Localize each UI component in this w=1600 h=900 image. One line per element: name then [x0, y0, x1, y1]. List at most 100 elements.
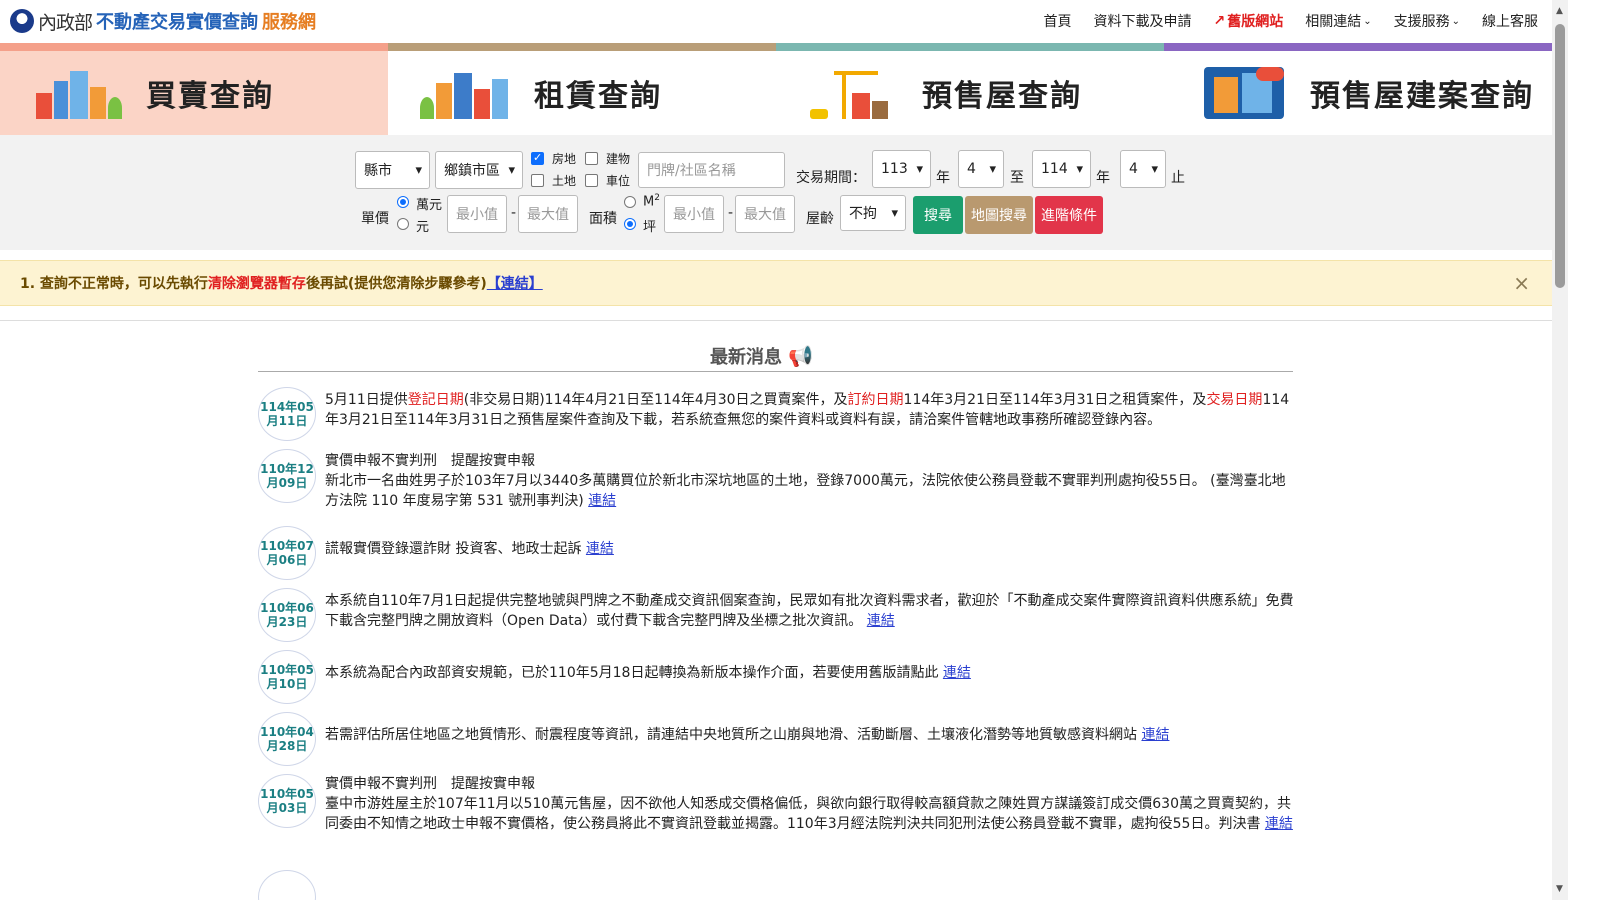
news-link[interactable]: 連結 [586, 541, 614, 557]
year-unit-label: 年 [1096, 170, 1110, 186]
price-max-input[interactable]: 最大值 [518, 195, 578, 233]
news-text: 謊報實價登錄還詐財 投資客、地政士起訴 連結 [325, 541, 614, 557]
building-checkbox[interactable] [585, 152, 598, 165]
unit-price-label: 單價 [361, 211, 389, 227]
construction-crane-icon [804, 65, 914, 121]
scroll-up-icon[interactable]: ▲ [1556, 6, 1563, 16]
brand-main: 不動產交易實價查詢 [96, 12, 259, 33]
nav-home[interactable]: 首頁 [1043, 11, 1071, 31]
nav-support[interactable]: 支援服務 ⌄ [1394, 11, 1460, 31]
nav-links[interactable]: 相關連結 ⌄ [1305, 11, 1371, 31]
area-range-dash: - [728, 205, 734, 221]
land-building-checkbox[interactable] [531, 151, 544, 165]
address-input[interactable]: 門牌/社區名稱 [638, 152, 785, 188]
area-min-input[interactable]: 最小值 [664, 195, 724, 233]
news-link[interactable]: 連結 [1141, 727, 1169, 743]
alert-prefix: 1. 查詢不正常時，可以先執行 [20, 276, 208, 292]
news-link[interactable]: 連結 [867, 613, 895, 629]
search-filters: 縣市 鄉鎮市區 房地 建物 土地 車位 門牌/社區名稱 交易期間： 113 年 … [0, 135, 1552, 250]
land-label: 土地 [552, 174, 577, 188]
month-from-select[interactable]: 4 [958, 150, 1004, 188]
page-scrollbar[interactable]: ▲ ▼ [1552, 0, 1568, 900]
scroll-down-icon[interactable]: ▼ [1556, 884, 1563, 894]
area-max-input[interactable]: 最大值 [735, 195, 795, 233]
period-label: 交易期間： [796, 170, 866, 186]
news-link[interactable]: 連結 [1265, 816, 1293, 832]
parking-label: 車位 [606, 174, 631, 188]
tab-rent-label: 租賃查詢 [534, 79, 662, 114]
top-bar: 內政部 不動產交易實價查詢 服務網 首頁 資料下載及申請 ↗ 舊版網站 相關連結… [0, 0, 1552, 42]
county-select[interactable]: 縣市 [355, 151, 430, 189]
news-text: 若需評估所居住地區之地質情形、耐震程度等資訊，請連結中央地質所之山崩與地滑、活動… [325, 727, 1170, 743]
news-date-badge: 110年04 月28日 [258, 712, 316, 766]
brand-ministry: 內政部 [38, 11, 93, 34]
tab-rent[interactable]: 租賃查詢 [388, 43, 776, 135]
news-text: 實價申報不實判刑 提醒按實申報 臺中市游姓屋主於107年11月以510萬元售屋，… [325, 776, 1293, 832]
nav-online-service[interactable]: 線上客服 [1482, 11, 1538, 31]
building-label: 建物 [606, 152, 631, 166]
nav-download[interactable]: 資料下載及申請 [1093, 11, 1191, 31]
year-to-select[interactable]: 114 [1032, 150, 1091, 188]
area-ping-label: 坪 [643, 220, 657, 235]
news-link[interactable]: 連結 [943, 665, 971, 681]
land-checkbox[interactable] [531, 174, 544, 187]
age-label: 屋齡 [806, 211, 834, 227]
age-select[interactable]: 不拘 [840, 195, 906, 231]
news-title-underline [258, 371, 1293, 372]
brand-suffix: 服務網 [262, 12, 317, 33]
year-unit-label: 年 [936, 170, 950, 186]
news-date-badge: 114年05 月11日 [258, 387, 316, 441]
end-label: 止 [1171, 170, 1185, 186]
area-ping-radio[interactable] [624, 218, 636, 230]
chevron-down-icon: ⌄ [1363, 15, 1372, 27]
price-range-dash: - [511, 205, 517, 221]
parking-checkbox[interactable] [585, 174, 598, 187]
alert-link[interactable]: 【連結】 [487, 273, 543, 293]
unit-wan-radio[interactable] [397, 196, 409, 208]
news-text: 本系統為配合內政部資安規範，已於110年5月18日起轉換為新版本操作介面，若要使… [325, 665, 971, 681]
new-building-icon [1192, 65, 1302, 121]
tab-sale[interactable]: 買賣查詢 [0, 43, 388, 135]
month-to-select[interactable]: 4 [1120, 150, 1166, 188]
ministry-emblem-icon [10, 9, 34, 33]
news-date-badge: 110年07 月06日 [258, 526, 316, 580]
unit-wan-label: 萬元 [416, 198, 443, 213]
news-date-badge [258, 870, 316, 900]
year-from-select[interactable]: 113 [872, 150, 931, 188]
news-date-badge: 110年05 月03日 [258, 774, 316, 828]
news-text: 實價申報不實判刑 提醒按實申報 新北市一名曲姓男子於103年7月以3440多萬購… [325, 453, 1286, 509]
tab-presale-project-label: 預售屋建案查詢 [1310, 79, 1534, 114]
close-icon[interactable]: × [1513, 271, 1530, 295]
site-logo[interactable]: 內政部 不動產交易實價查詢 服務網 [10, 8, 316, 35]
notice-alert: 1. 查詢不正常時，可以先執行 清除瀏覽器暫存 後再試(提供您清除步驟參考) 【連結】… [0, 260, 1552, 306]
megaphone-icon: 📢 [788, 344, 813, 368]
news-title: 最新消息 📢 [710, 344, 813, 368]
news-text: 5月11日提供登記日期(非交易日期)114年4月21日至114年4月30日之買賣… [325, 392, 1290, 428]
unit-yuan-label: 元 [416, 220, 430, 235]
to-label: 至 [1010, 170, 1024, 186]
advanced-search-button[interactable]: 進階條件 [1035, 196, 1103, 234]
township-select[interactable]: 鄉鎮市區 [435, 151, 523, 189]
query-tabs: 買賣查詢 租賃查詢 預售屋查詢 預售屋建案查詢 [0, 43, 1552, 135]
unit-yuan-radio[interactable] [397, 218, 409, 230]
map-search-button[interactable]: 地圖搜尋 [965, 196, 1033, 234]
area-label: 面積 [589, 211, 617, 227]
land-building-label: 房地 [552, 152, 577, 166]
price-min-input[interactable]: 最小值 [447, 195, 507, 233]
chevron-down-icon: ⌄ [1451, 15, 1460, 27]
tab-presale[interactable]: 預售屋查詢 [776, 43, 1164, 135]
search-button[interactable]: 搜尋 [913, 196, 963, 234]
tab-presale-label: 預售屋查詢 [922, 79, 1082, 114]
nav-old-site[interactable]: ↗ 舊版網站 [1213, 11, 1283, 31]
area-m2-radio[interactable] [624, 196, 636, 208]
tab-presale-project[interactable]: 預售屋建案查詢 [1164, 43, 1552, 135]
news-link[interactable]: 連結 [588, 493, 616, 509]
scrollbar-thumb[interactable] [1555, 24, 1565, 288]
alert-highlight: 清除瀏覽器暫存 [207, 276, 306, 292]
city-buildings-icon [416, 65, 526, 121]
news-date-badge: 110年12 月09日 [258, 449, 316, 503]
news-date-badge: 110年05 月10日 [258, 650, 316, 704]
tab-sale-label: 買賣查詢 [146, 79, 274, 114]
area-m2-label: M2 [643, 193, 660, 210]
news-date-badge: 110年06 月23日 [258, 588, 316, 642]
